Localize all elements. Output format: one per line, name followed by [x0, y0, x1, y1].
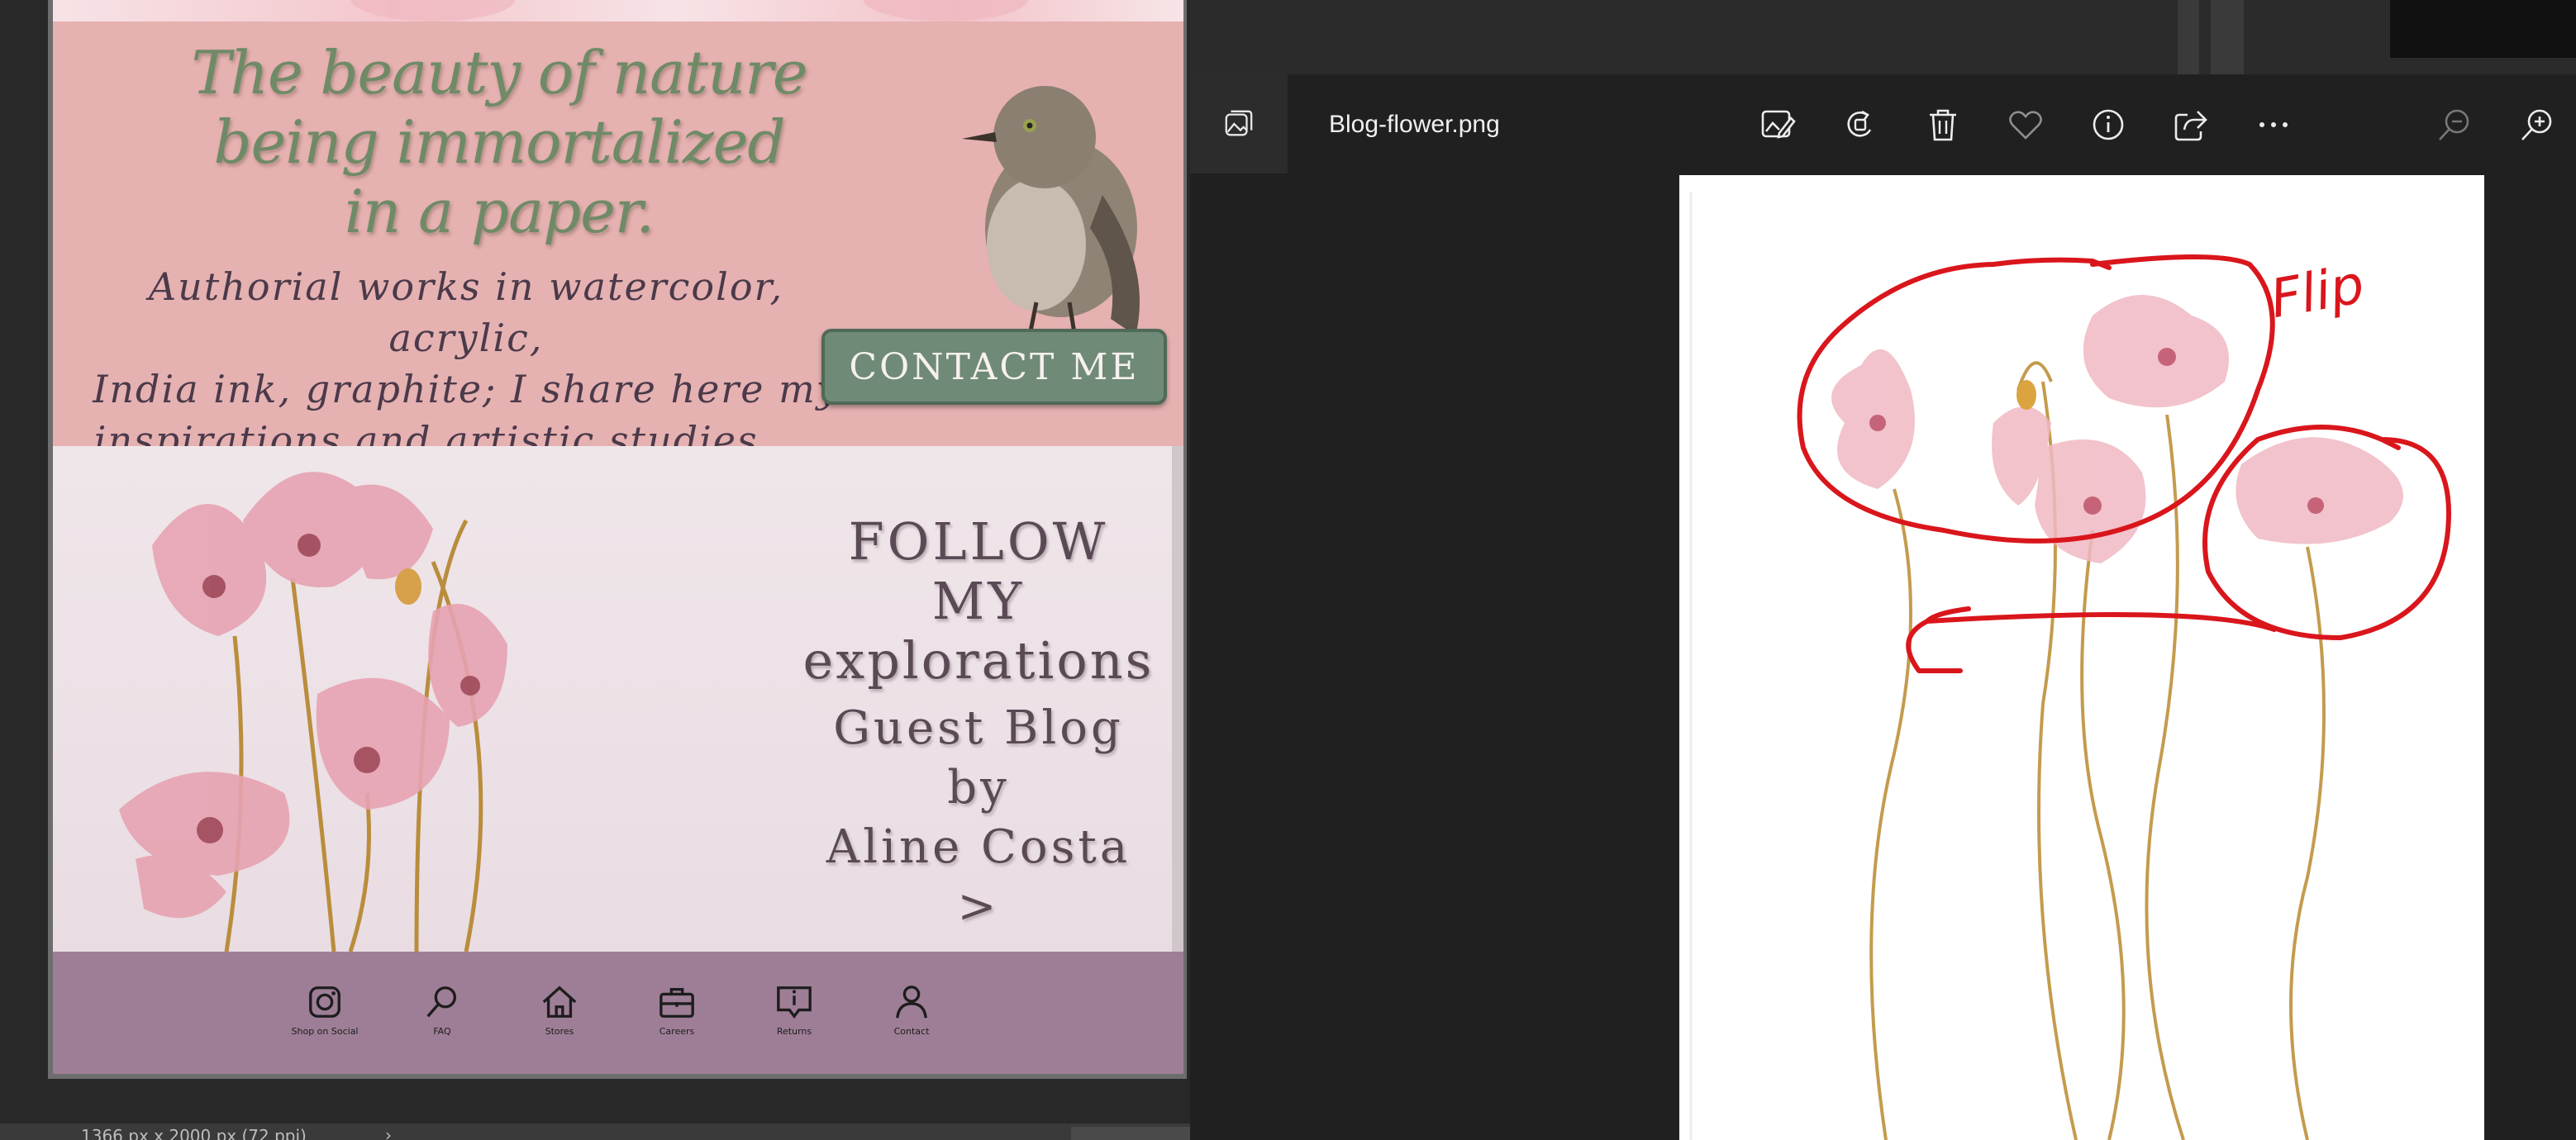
person-icon: [896, 986, 927, 1019]
document-dimensions: 1366 px x 2000 px (72 ppi): [81, 1126, 307, 1140]
edit-image-icon: [1761, 110, 1796, 139]
delete-button[interactable]: [1922, 104, 1964, 145]
document-frame: The beauty of nature being immortalized …: [48, 0, 1187, 1079]
nav-label: Careers: [659, 1026, 695, 1037]
follow-section: FOLLOW MY explorations Guest Blog by Ali…: [53, 446, 1183, 952]
hero-section: The beauty of nature being immortalized …: [53, 21, 1183, 463]
info-chat-icon: [777, 986, 812, 1019]
rotate-icon: [1847, 110, 1872, 137]
nav-item-contact[interactable]: Contact: [883, 983, 940, 1074]
zoom-in-icon: [2521, 109, 2552, 140]
status-expand-arrow[interactable]: ›: [385, 1125, 392, 1140]
hero-title: The beauty of nature being immortalized …: [191, 38, 808, 246]
zoom-in-button[interactable]: [2516, 104, 2558, 145]
contact-me-button[interactable]: CONTACT ME: [821, 329, 1167, 405]
flower-image: Flip: [1679, 175, 2484, 1140]
document-canvas[interactable]: The beauty of nature being immortalized …: [53, 0, 1183, 1074]
trash-icon: [1930, 109, 1956, 141]
home-icon: [542, 986, 577, 1018]
nav-label: Stores: [545, 1026, 574, 1037]
instagram-icon: [309, 986, 340, 1018]
nav-label: Returns: [776, 1026, 812, 1037]
heart-icon: [2009, 111, 2042, 140]
follow-heading: FOLLOW MY explorations: [802, 511, 1155, 691]
rotate-button[interactable]: [1840, 104, 1881, 145]
gallery-toggle[interactable]: [1190, 74, 1288, 173]
gallery-icon: [1225, 110, 1253, 136]
info-button[interactable]: [2088, 104, 2129, 145]
nav-label: Contact: [893, 1026, 930, 1037]
hero-subtitle: Authorial works in watercolor, acrylic, …: [93, 264, 840, 463]
footer-nav: Shop on Social FAQ Stores Careers Return…: [53, 952, 1183, 1074]
zoom-out-button[interactable]: [2434, 104, 2475, 145]
photo-viewer: Blog-flower.png Flip: [1190, 0, 2576, 1140]
screen: The beauty of nature being immortalized …: [0, 0, 2576, 1140]
more-icon: [2259, 122, 2288, 127]
nav-label: FAQ: [433, 1026, 451, 1037]
nav-item-returns[interactable]: Returns: [765, 983, 823, 1074]
more-button[interactable]: [2253, 104, 2294, 145]
nav-item-careers[interactable]: Careers: [648, 983, 706, 1074]
guest-blog-link[interactable]: Guest Blog by Aline Costa >: [797, 699, 1160, 937]
titlebar-preview: [2390, 0, 2576, 58]
nav-item-shop-on-social[interactable]: Shop on Social: [292, 983, 359, 1074]
top-rose-strip: [53, 0, 1183, 21]
file-name: Blog-flower.png: [1329, 111, 1500, 138]
nav-label: Shop on Social: [291, 1026, 359, 1037]
favorite-button[interactable]: [2005, 104, 2046, 145]
briefcase-icon: [659, 987, 694, 1018]
editor-pane: The beauty of nature being immortalized …: [0, 0, 1190, 1140]
section-edge: [1172, 446, 1183, 952]
share-button[interactable]: [2170, 104, 2212, 145]
poppy-watercolor-art: [119, 472, 507, 952]
titlebar-segment: [2178, 0, 2199, 74]
viewer-titlebar: [1190, 0, 2576, 74]
share-icon: [2174, 111, 2207, 141]
info-icon: [2093, 109, 2124, 140]
bird-illustration: [962, 86, 1140, 346]
titlebar-segment: [2211, 0, 2244, 74]
search-icon: [426, 986, 457, 1018]
nav-item-stores[interactable]: Stores: [531, 983, 588, 1074]
edit-image-button[interactable]: [1757, 104, 1798, 145]
nav-item-faq[interactable]: FAQ: [413, 983, 471, 1074]
zoom-out-icon: [2439, 109, 2469, 140]
image-canvas[interactable]: Flip: [1679, 175, 2484, 1140]
status-scroll[interactable]: [1071, 1127, 1190, 1140]
